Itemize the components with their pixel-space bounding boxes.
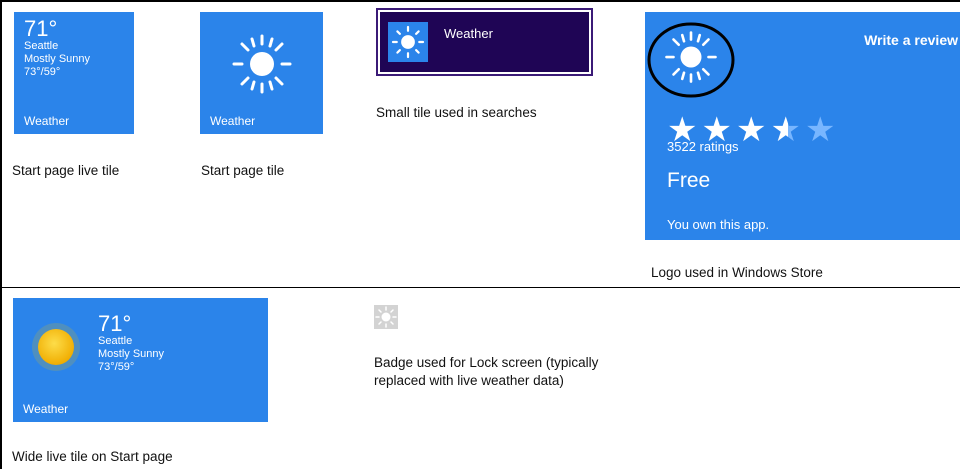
search-tile-caption: Small tile used in searches [376,105,537,120]
wide-tile-condition: Mostly Sunny [98,348,165,360]
star-half-icon: ★ [770,111,805,149]
wide-tile-app-name: Weather [23,402,69,416]
wide-tile-temperature: 71° [98,311,132,336]
lock-screen-badge [374,305,398,329]
wide-live-tile[interactable]: 71° Seattle Mostly Sunny 73°/59° Weather [13,298,268,422]
search-tile-logo [388,22,428,62]
store-logo-caption: Logo used in Windows Store [651,265,823,280]
live-tile-app-name: Weather [24,114,70,128]
start-live-tile[interactable]: 71° Seattle Mostly Sunny 73°/59° Weather [14,12,134,134]
badge-caption-line1: Badge used for Lock screen (typically [374,355,599,370]
store-listing-panel: Write a review ★★★★★ 3522 ratings Free Y… [645,12,960,240]
star-icon: ★ [735,111,771,149]
start-tile[interactable]: Weather [200,12,323,134]
ratings-count: 3522 ratings [667,139,739,154]
live-tile-city: Seattle [24,40,59,52]
sun-icon [32,323,80,371]
live-tile-range: 73°/59° [24,66,61,78]
badge-caption-line2: replaced with live weather data) [374,373,564,388]
ownership-status: You own this app. [667,217,770,232]
frame-top-border [0,0,960,2]
price-label: Free [667,169,711,192]
sun-icon [232,34,292,94]
live-tile-caption: Start page live tile [12,163,120,178]
search-result-tile[interactable]: Weather [376,8,593,76]
frame-left-border [0,0,2,469]
wide-tile-caption: Wide live tile on Start page [12,449,173,464]
sun-icon [375,306,397,328]
live-tile-temperature: 71° [24,16,58,41]
live-tile-condition: Mostly Sunny [24,53,91,65]
sun-icon [391,25,425,59]
frame-divider [0,287,960,288]
start-tile-caption: Start page tile [201,163,285,178]
wide-tile-range: 73°/59° [98,361,135,373]
write-review-link[interactable]: Write a review [864,32,958,48]
badge-caption: Badge used for Lock screen (typically re… [374,354,598,390]
highlight-circle-annotation [647,22,735,98]
search-tile-app-name: Weather [444,26,493,41]
start-tile-app-name: Weather [210,114,256,128]
wide-tile-city: Seattle [98,335,133,347]
star-empty-icon: ★ [804,111,840,149]
